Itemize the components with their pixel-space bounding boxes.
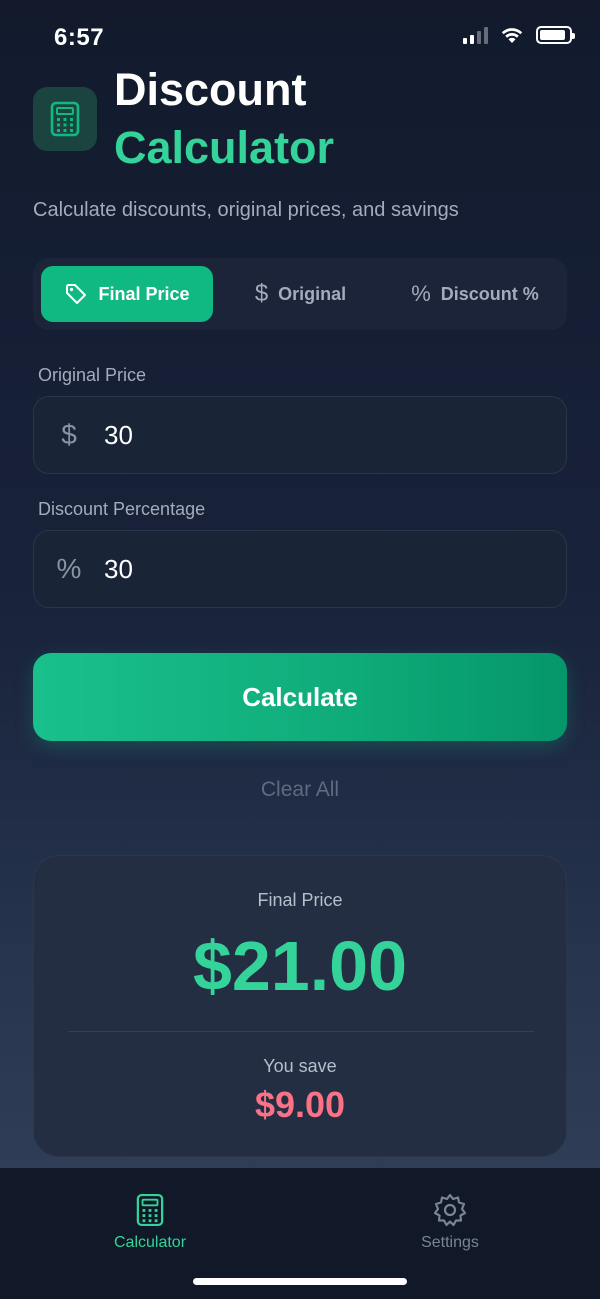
page-title: Discount	[114, 64, 307, 115]
status-icons	[463, 26, 575, 44]
page-subtitle: Calculate discounts, original prices, an…	[33, 199, 459, 221]
home-indicator	[193, 1278, 407, 1285]
result-card: Final Price $21.00 You save $9.00	[33, 855, 567, 1157]
nav-item-calculator-label: Calculator	[113, 1234, 187, 1251]
savings-label: You save	[263, 1056, 337, 1076]
original-price-label: Original Price	[38, 365, 147, 385]
status-time: 6:57	[54, 24, 105, 51]
tab-original-label: Original	[278, 283, 347, 304]
gear-icon	[433, 1193, 467, 1227]
percent-icon: %	[56, 553, 82, 584]
nav-item-settings-label: Settings	[421, 1234, 479, 1251]
clear-all-button[interactable]: Clear All	[0, 778, 600, 802]
tab-discount-percent[interactable]: % Discount %	[389, 266, 561, 322]
battery-level	[540, 30, 566, 40]
mode-tabs: Final Price $ Original % Discount %	[33, 258, 567, 330]
dollar-icon: $	[254, 280, 269, 307]
nav-item-settings[interactable]: Settings	[350, 1192, 550, 1252]
savings-value: $9.00	[254, 1084, 346, 1125]
tab-final-price[interactable]: Final Price	[41, 266, 213, 322]
cellular-signal-icon	[463, 26, 488, 44]
final-price-value: $21.00	[192, 927, 408, 1005]
original-price-field[interactable]: $ 30	[33, 396, 567, 474]
battery-icon	[536, 26, 575, 44]
tab-original[interactable]: $ Original	[228, 266, 373, 322]
original-price-value[interactable]: 30	[104, 420, 133, 451]
percent-icon: %	[411, 281, 431, 306]
calculate-button[interactable]: Calculate	[33, 653, 567, 741]
app-logo	[33, 87, 97, 151]
discount-percentage-label: Discount Percentage	[38, 499, 206, 519]
discount-percentage-value[interactable]: 30	[104, 554, 133, 585]
tab-discount-percent-label: Discount %	[440, 283, 539, 304]
calculator-icon	[136, 1193, 164, 1227]
page-title-accent: Calculator	[114, 122, 335, 173]
nav-item-calculator[interactable]: Calculator	[50, 1192, 250, 1252]
tag-icon	[66, 284, 87, 304]
result-divider	[68, 1031, 534, 1032]
dollar-icon: $	[61, 419, 77, 450]
wifi-icon	[501, 28, 523, 43]
discount-percentage-field[interactable]: % 30	[33, 530, 567, 608]
result-label: Final Price	[257, 890, 343, 910]
calculator-icon	[50, 101, 80, 137]
tab-final-price-label: Final Price	[98, 283, 190, 304]
